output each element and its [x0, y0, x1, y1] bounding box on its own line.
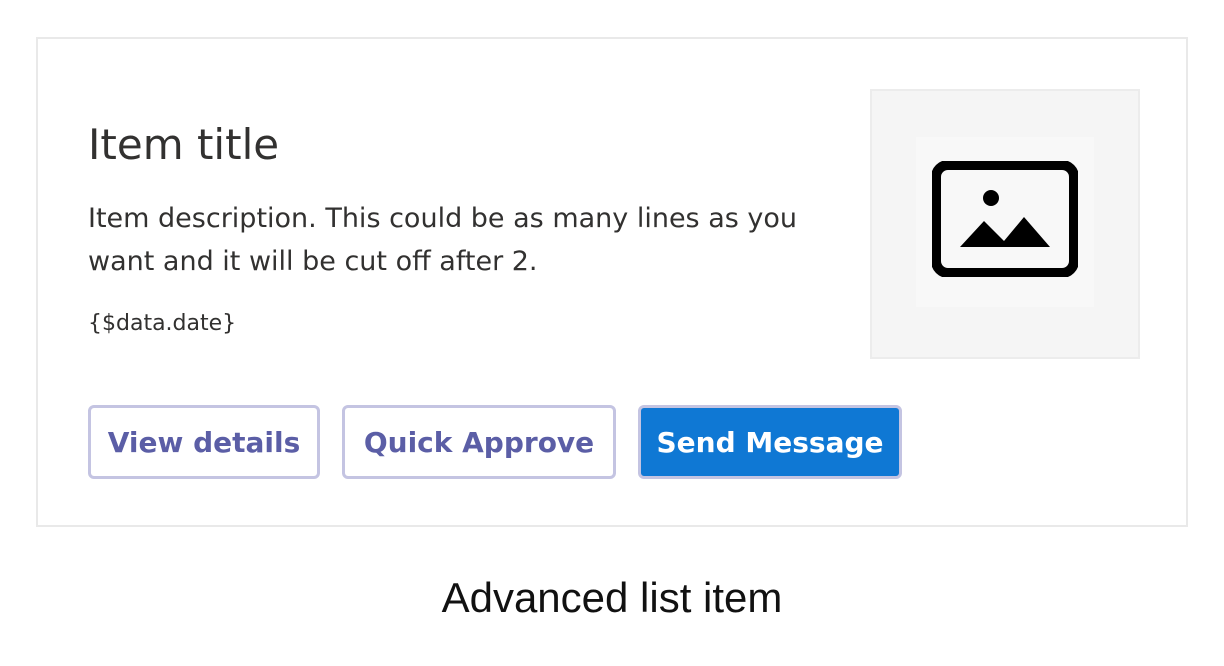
send-message-button[interactable]: Send Message	[638, 405, 902, 479]
quick-approve-button[interactable]: Quick Approve	[342, 405, 616, 479]
item-title: Item title	[88, 120, 280, 169]
item-date: {$data.date}	[88, 311, 237, 336]
figure-caption: Advanced list item	[441, 574, 783, 621]
item-thumbnail	[870, 89, 1140, 359]
advanced-list-item-card: Item title Item description. This could …	[36, 37, 1188, 527]
thumbnail-image-area	[916, 137, 1094, 307]
view-details-button[interactable]: View details	[88, 405, 320, 479]
item-description: Item description. This could be as many …	[88, 203, 798, 277]
action-buttons: View details Quick Approve Send Message	[88, 405, 902, 479]
image-placeholder-icon	[932, 161, 1078, 277]
